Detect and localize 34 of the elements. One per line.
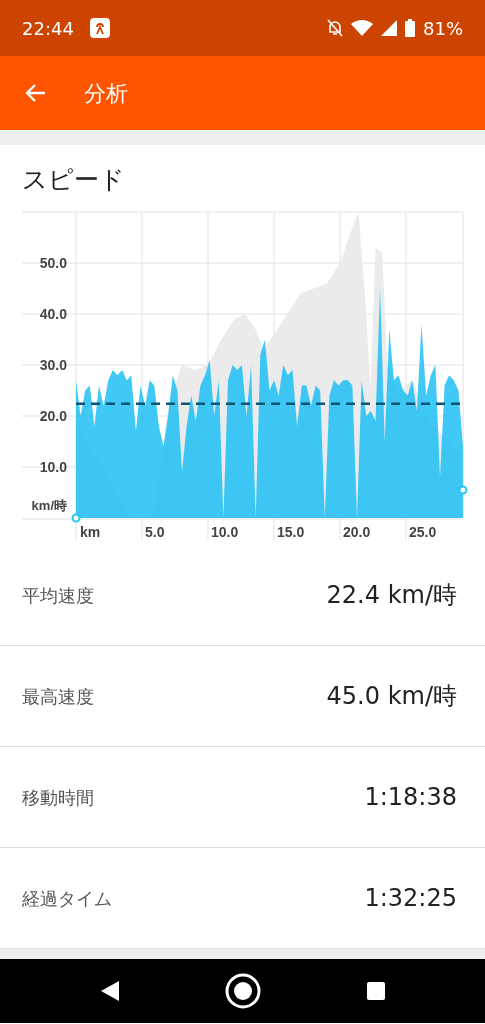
home-button[interactable] (223, 972, 262, 1010)
stat-value: 45.0 km/時 (326, 681, 457, 712)
y-axis-label: 10.0 (39, 459, 67, 475)
y-axis-label: 40.0 (39, 306, 67, 322)
battery-icon (405, 19, 415, 37)
screen-title: 分析 (84, 79, 128, 108)
recents-button[interactable] (366, 982, 385, 1000)
app-notification-icon (89, 18, 110, 38)
x-axis-label: 20.0 (343, 524, 371, 540)
x-axis-label: 15.0 (277, 524, 305, 540)
section-title: スピード (21, 164, 126, 196)
stat-label: 平均速度 (22, 583, 94, 608)
start-marker (71, 513, 81, 523)
y-axis-label: 20.0 (39, 408, 67, 424)
stat-label: 経過タイム (22, 886, 112, 911)
stat-label: 移動時間 (22, 785, 94, 810)
x-axis-label: 10.0 (211, 524, 239, 540)
stat-value: 22.4 km/時 (326, 580, 457, 611)
status-time: 22:44 (22, 16, 74, 41)
stat-value: 1:32:25 (364, 883, 457, 914)
stat-value: 1:18:38 (364, 782, 457, 813)
x-axis-label: 25.0 (409, 524, 437, 540)
x-axis-label: 5.0 (145, 524, 165, 540)
back-nav-button[interactable] (100, 981, 119, 1001)
battery-level: 81% (423, 16, 463, 41)
signal-icon (381, 20, 397, 36)
y-axis-label: 50.0 (39, 255, 67, 271)
y-axis-label: 30.0 (39, 357, 67, 373)
y-axis-unit: km/時 (31, 498, 67, 513)
end-marker (458, 485, 468, 495)
wifi-icon (351, 20, 373, 36)
bell-off-icon (327, 19, 343, 37)
stat-label: 最高速度 (22, 684, 94, 709)
x-axis-unit: km (80, 524, 101, 540)
